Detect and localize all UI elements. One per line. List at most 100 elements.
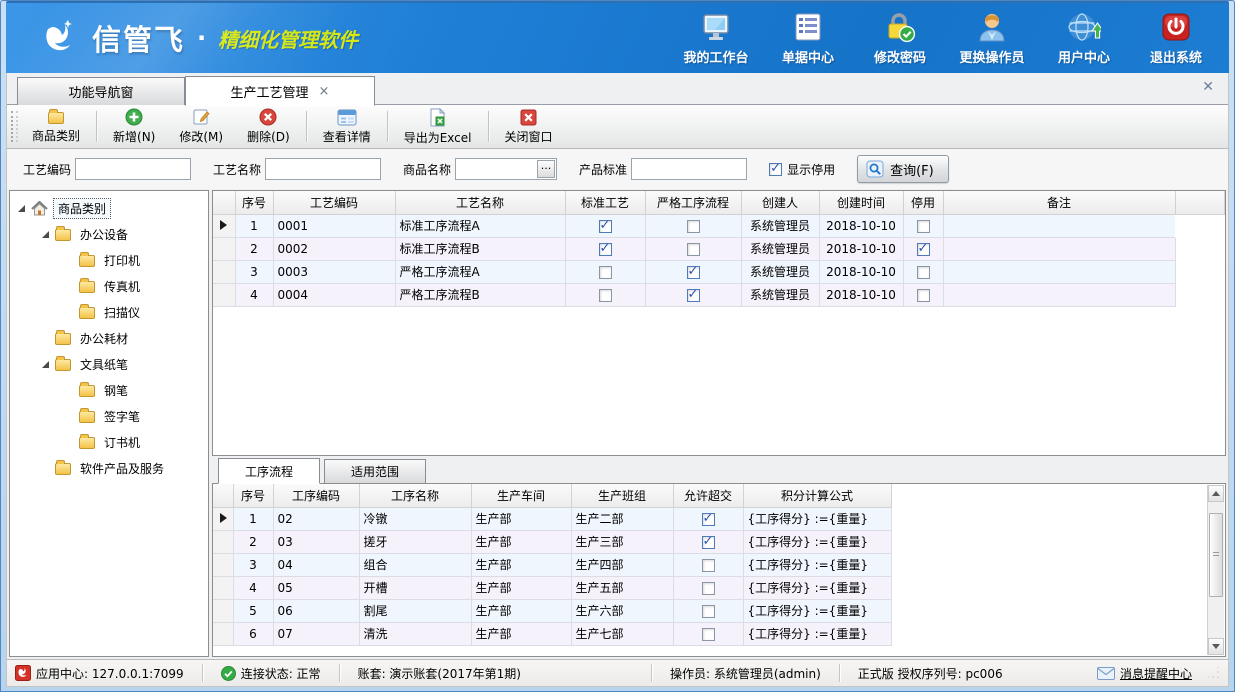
nav-user-center[interactable]: 用户中心 xyxy=(1043,10,1125,66)
tab-function-navigator[interactable]: 功能导航窗 xyxy=(17,77,185,105)
arrow-down-icon xyxy=(1212,644,1220,649)
resize-grip[interactable] xyxy=(1208,667,1220,679)
disabled-checkbox[interactable] xyxy=(917,289,930,302)
close-window-button[interactable]: 关闭窗口 xyxy=(493,107,565,146)
allow-over-checkbox[interactable] xyxy=(702,536,715,549)
tab-close-icon[interactable]: × xyxy=(319,84,330,99)
expander-icon[interactable] xyxy=(18,205,25,212)
nav-exit-system[interactable]: 退出系统 xyxy=(1135,10,1217,66)
category-tree-panel: 商品类别 办公设备 打印机 传真机 扫描仪 xyxy=(9,190,209,657)
panel-close-icon[interactable]: ✕ xyxy=(1202,79,1214,95)
table-header-row: 序号 工序编码 工序名称 生产车间 生产班组 允许超交 积分计算公式 xyxy=(213,484,1225,507)
folder-icon xyxy=(79,307,95,319)
process-code-label: 工艺编码 xyxy=(23,161,71,178)
standard-checkbox[interactable] xyxy=(599,243,612,256)
table-row[interactable]: 2 0002 标准工序流程B 系统管理员 2018-10-10 xyxy=(213,237,1225,260)
status-separator xyxy=(839,664,840,682)
license-status: 正式版 授权序列号: pc006 xyxy=(858,665,1003,682)
app-header: 信管飞 · 精细化管理软件 我的工作台 xyxy=(6,1,1229,73)
scroll-down-button[interactable] xyxy=(1208,638,1224,655)
strict-checkbox[interactable] xyxy=(687,289,700,302)
allow-over-checkbox[interactable] xyxy=(702,582,715,595)
tab-production-process[interactable]: 生产工艺管理 × xyxy=(185,76,375,106)
standard-checkbox[interactable] xyxy=(599,289,612,302)
table-row[interactable]: 4 0004 严格工序流程B 系统管理员 2018-10-10 xyxy=(213,283,1225,306)
nav-switch-operator[interactable]: 更换操作员 xyxy=(951,10,1033,66)
table-row[interactable]: 6 07 清洗 生产部 生产七部 {工序得分} :={重量} xyxy=(213,622,1225,645)
scroll-up-button[interactable] xyxy=(1208,485,1224,502)
tree-item-printer[interactable]: 打印机 xyxy=(10,247,208,273)
table-row[interactable]: 3 04 组合 生产部 生产四部 {工序得分} :={重量} xyxy=(213,553,1225,576)
search-button[interactable]: 查询(F) xyxy=(857,155,949,183)
disabled-checkbox[interactable] xyxy=(917,243,930,256)
delete-button[interactable]: 删除(D) xyxy=(235,107,302,146)
tree-item-office-equipment[interactable]: 办公设备 xyxy=(10,221,208,247)
standard-checkbox[interactable] xyxy=(599,220,612,233)
tree-item-office-supplies[interactable]: 办公耗材 xyxy=(10,325,208,351)
scrollbar-track[interactable] xyxy=(1208,502,1224,638)
table-row[interactable]: 3 0003 严格工序流程A 系统管理员 2018-10-10 xyxy=(213,260,1225,283)
toolbar-separator xyxy=(488,111,489,142)
tab-applicable-scope[interactable]: 适用范围 xyxy=(324,459,426,483)
vertical-scrollbar[interactable] xyxy=(1207,485,1224,655)
disabled-checkbox[interactable] xyxy=(917,220,930,233)
strict-checkbox[interactable] xyxy=(687,266,700,279)
allow-over-checkbox[interactable] xyxy=(702,628,715,641)
disabled-checkbox[interactable] xyxy=(917,266,930,279)
strict-checkbox[interactable] xyxy=(687,243,700,256)
edit-icon xyxy=(191,108,211,126)
row-indicator-cell xyxy=(213,530,233,553)
tree-item-stationery[interactable]: 文具纸笔 xyxy=(10,351,208,377)
allow-over-checkbox[interactable] xyxy=(702,559,715,572)
message-center-link[interactable]: 消息提醒中心 xyxy=(1097,665,1192,682)
view-detail-icon xyxy=(337,109,357,126)
tree-item-sign-pen[interactable]: 签字笔 xyxy=(10,403,208,429)
tree-item-root[interactable]: 商品类别 xyxy=(10,195,208,221)
table-row[interactable]: 1 0001 标准工序流程A 系统管理员 2018-10-10 xyxy=(213,214,1225,237)
tree-item-scanner[interactable]: 扫描仪 xyxy=(10,299,208,325)
row-indicator-header xyxy=(213,191,235,214)
standard-checkbox[interactable] xyxy=(599,266,612,279)
nav-change-password[interactable]: 修改密码 xyxy=(859,10,941,66)
product-lookup-button[interactable]: ··· xyxy=(537,160,555,178)
category-button[interactable]: 商品类别 xyxy=(20,107,92,146)
tab-process-flow[interactable]: 工序流程 xyxy=(218,458,320,484)
export-excel-button[interactable]: 导出为Excel xyxy=(392,107,484,146)
process-code-input[interactable] xyxy=(75,158,191,180)
tree-item-stapler[interactable]: 订书机 xyxy=(10,429,208,455)
expander-icon[interactable] xyxy=(42,231,49,238)
row-indicator-cell xyxy=(213,622,233,645)
product-standard-input[interactable] xyxy=(631,158,747,180)
toolbar: 商品类别 新增(N) 修改(M) 删除(D) 查看详情 xyxy=(6,105,1229,149)
view-detail-button[interactable]: 查看详情 xyxy=(311,107,383,146)
allow-over-checkbox[interactable] xyxy=(702,605,715,618)
scrollbar-thumb[interactable] xyxy=(1209,513,1223,597)
main-content: 商品类别 办公设备 打印机 传真机 扫描仪 xyxy=(6,189,1229,659)
show-disabled-checkbox[interactable] xyxy=(769,163,782,176)
table-header-row: 序号 工艺编码 工艺名称 标准工艺 严格工序流程 创建人 创建时间 停用 备注 xyxy=(213,191,1225,214)
process-table: 序号 工艺编码 工艺名称 标准工艺 严格工序流程 创建人 创建时间 停用 备注 … xyxy=(213,191,1225,307)
nav-document-center[interactable]: 单据中心 xyxy=(767,10,849,66)
status-separator xyxy=(202,664,203,682)
row-indicator-cell xyxy=(213,214,235,237)
add-button[interactable]: 新增(N) xyxy=(101,107,167,146)
table-row[interactable]: 1 02 冷镦 生产部 生产二部 {工序得分} :={重量} xyxy=(213,507,1225,530)
expander-icon[interactable] xyxy=(42,361,49,368)
nav-my-workstation[interactable]: 我的工作台 xyxy=(675,10,757,66)
tree-item-pen[interactable]: 钢笔 xyxy=(10,377,208,403)
delete-icon xyxy=(258,108,278,126)
allow-over-checkbox[interactable] xyxy=(702,513,715,526)
user-center-globe-icon xyxy=(1067,10,1101,44)
toolbar-grip[interactable] xyxy=(11,111,18,142)
tree-item-software-services[interactable]: 软件产品及服务 xyxy=(10,455,208,481)
edit-button[interactable]: 修改(M) xyxy=(167,107,235,146)
tree-item-fax[interactable]: 传真机 xyxy=(10,273,208,299)
strict-checkbox[interactable] xyxy=(687,220,700,233)
table-row[interactable]: 4 05 开槽 生产部 生产五部 {工序得分} :={重量} xyxy=(213,576,1225,599)
table-row[interactable]: 5 06 割尾 生产部 生产六部 {工序得分} :={重量} xyxy=(213,599,1225,622)
current-row-arrow-icon xyxy=(220,220,227,230)
table-row[interactable]: 2 03 搓牙 生产部 生产三部 {工序得分} :={重量} xyxy=(213,530,1225,553)
filter-bar: 工艺编码 工艺名称 商品名称 ··· 产品标准 显示停用 查询(F) xyxy=(6,149,1229,189)
folder-icon xyxy=(55,463,71,475)
process-name-input[interactable] xyxy=(265,158,381,180)
